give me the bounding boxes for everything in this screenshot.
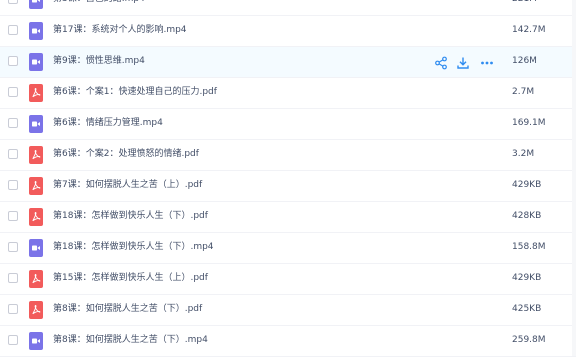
share-icon[interactable] bbox=[434, 55, 448, 70]
file-list: 第3课：自己的路.mp4221M第17课：系统对个人的影响.mp4142.7M第… bbox=[0, 0, 576, 357]
row-checkbox[interactable] bbox=[8, 335, 18, 345]
row-checkbox[interactable] bbox=[8, 25, 18, 35]
file-size: 142.7M bbox=[512, 25, 546, 35]
row-checkbox[interactable] bbox=[8, 87, 18, 97]
file-name[interactable]: 第3课：自己的路.mp4 bbox=[53, 0, 145, 6]
pdf-file-icon bbox=[29, 84, 43, 102]
video-file-icon bbox=[29, 332, 43, 350]
video-file-icon bbox=[29, 53, 43, 71]
row-checkbox[interactable] bbox=[8, 273, 18, 283]
file-size: 221M bbox=[512, 0, 537, 6]
video-file-icon bbox=[29, 115, 43, 133]
file-name[interactable]: 第15课：怎样做到快乐人生（上）.pdf bbox=[53, 272, 208, 285]
row-checkbox[interactable] bbox=[8, 180, 18, 190]
file-row[interactable]: 第6课：个案2：处理愤怒的情绪.pdf 3.2M bbox=[0, 140, 576, 171]
file-name[interactable]: 第9课：惯性思维.mp4 bbox=[53, 55, 145, 68]
row-checkbox[interactable] bbox=[8, 304, 18, 314]
file-row[interactable]: 第6课：情绪压力管理.mp4 169.1M bbox=[0, 109, 576, 140]
row-checkbox[interactable] bbox=[8, 149, 18, 159]
file-row[interactable]: 第7课：如何摆脱人生之苦（上）.pdf 429KB bbox=[0, 171, 576, 202]
file-name[interactable]: 第7课：如何摆脱人生之苦（上）.pdf bbox=[53, 179, 202, 192]
file-name[interactable]: 第6课：个案2：处理愤怒的情绪.pdf bbox=[53, 148, 199, 161]
row-checkbox[interactable] bbox=[8, 118, 18, 128]
download-icon[interactable] bbox=[456, 55, 470, 69]
row-checkbox[interactable] bbox=[8, 56, 18, 66]
file-size: 259.8M bbox=[512, 335, 546, 345]
file-size: 425KB bbox=[512, 304, 542, 314]
more-icon[interactable] bbox=[480, 55, 494, 69]
video-file-icon bbox=[29, 0, 43, 9]
file-size: 158.8M bbox=[512, 242, 546, 252]
pdf-file-icon bbox=[29, 270, 43, 288]
video-file-icon bbox=[29, 239, 43, 257]
file-row[interactable]: 第9课：惯性思维.mp4 126M bbox=[0, 47, 576, 78]
file-row[interactable]: 第8课：如何摆脱人生之苦（下）.pdf 425KB bbox=[0, 295, 576, 326]
file-size: 428KB bbox=[512, 211, 542, 221]
scrollbar[interactable] bbox=[572, 0, 576, 356]
file-row[interactable]: 第17课：系统对个人的影响.mp4 142.7M bbox=[0, 16, 576, 47]
file-row[interactable]: 第6课：个案1：快速处理自己的压力.pdf 2.7M bbox=[0, 78, 576, 109]
file-size: 429KB bbox=[512, 273, 542, 283]
file-row[interactable]: 第15课：怎样做到快乐人生（上）.pdf 429KB bbox=[0, 264, 576, 295]
file-name[interactable]: 第18课：怎样做到快乐人生（下）.mp4 bbox=[53, 241, 214, 254]
video-file-icon bbox=[29, 22, 43, 40]
file-name[interactable]: 第6课：个案1：快速处理自己的压力.pdf bbox=[53, 86, 217, 99]
pdf-file-icon bbox=[29, 301, 43, 319]
file-size: 2.7M bbox=[512, 87, 535, 97]
file-size: 126M bbox=[512, 56, 537, 66]
file-name[interactable]: 第8课：如何摆脱人生之苦（下）.pdf bbox=[53, 303, 202, 316]
row-checkbox[interactable] bbox=[8, 0, 18, 4]
file-size: 429KB bbox=[512, 180, 542, 190]
file-row[interactable]: 第18课：怎样做到快乐人生（下）.pdf 428KB bbox=[0, 202, 576, 233]
file-row[interactable]: 第8课：如何摆脱人生之苦（下）.mp4 259.8M bbox=[0, 326, 576, 357]
pdf-file-icon bbox=[29, 146, 43, 164]
pdf-file-icon bbox=[29, 208, 43, 226]
file-name[interactable]: 第8课：如何摆脱人生之苦（下）.mp4 bbox=[53, 334, 208, 347]
file-name[interactable]: 第17课：系统对个人的影响.mp4 bbox=[53, 24, 187, 37]
file-size: 169.1M bbox=[512, 118, 546, 128]
pdf-file-icon bbox=[29, 177, 43, 195]
row-checkbox[interactable] bbox=[8, 242, 18, 252]
row-checkbox[interactable] bbox=[8, 211, 18, 221]
file-size: 3.2M bbox=[512, 149, 535, 159]
file-row[interactable]: 第3课：自己的路.mp4 221M bbox=[0, 0, 576, 16]
file-row[interactable]: 第18课：怎样做到快乐人生（下）.mp4 158.8M bbox=[0, 233, 576, 264]
file-name[interactable]: 第18课：怎样做到快乐人生（下）.pdf bbox=[53, 210, 208, 223]
file-name[interactable]: 第6课：情绪压力管理.mp4 bbox=[53, 117, 163, 130]
